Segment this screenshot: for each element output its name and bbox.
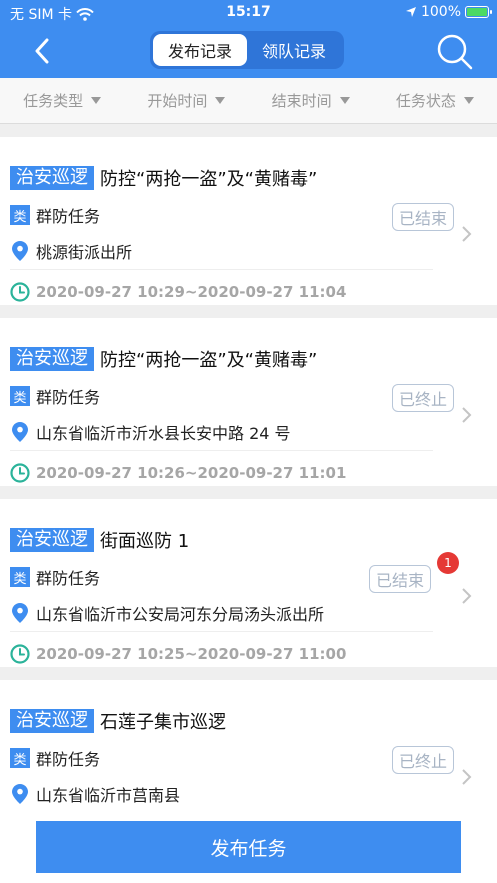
category-tag: 治安巡逻 — [10, 709, 94, 733]
task-location: 桃源街派出所 — [36, 243, 133, 262]
filter-label: 任务类型 — [23, 92, 84, 110]
type-badge: 类 — [10, 205, 30, 225]
card-title-row: 治安巡逻 防控“两抢一盗”及“黄赌毒” — [10, 346, 317, 372]
task-time: 2020-09-27 10:29~2020-09-27 11:04 — [36, 283, 347, 301]
task-card[interactable]: 治安巡逻 防控“两抢一盗”及“黄赌毒” 类 群防任务 山东省临沂市沂水县长安中路… — [0, 318, 497, 486]
task-card[interactable]: 治安巡逻 防控“两抢一盗”及“黄赌毒” 类 群防任务 桃源街派出所 2020-0… — [0, 137, 497, 305]
location-pin-icon — [10, 783, 30, 805]
task-time: 2020-09-27 10:25~2020-09-27 11:00 — [36, 645, 347, 663]
task-time: 2020-09-27 10:26~2020-09-27 11:01 — [36, 464, 347, 482]
caret-down-icon — [339, 97, 350, 104]
category-tag: 治安巡逻 — [10, 347, 94, 371]
card-title-row: 治安巡逻 石莲子集市巡逻 — [10, 708, 226, 734]
status-bar: 无 SIM 卡 15:17 100% — [0, 0, 497, 26]
status-badge: 已终止 — [392, 746, 455, 774]
chevron-right-icon — [462, 226, 472, 242]
task-type: 群防任务 — [36, 388, 101, 407]
clock-icon — [10, 462, 30, 484]
chevron-right-icon — [462, 769, 472, 785]
task-title: 防控“两抢一盗”及“黄赌毒” — [100, 169, 318, 190]
task-card[interactable]: 治安巡逻 街面巡防 1 类 群防任务 山东省临沂市公安局河东分局汤头派出所 20… — [0, 499, 497, 667]
task-location: 山东省临沂市沂水县长安中路 24 号 — [36, 424, 291, 443]
card-divider — [10, 450, 433, 451]
type-badge: 类 — [10, 748, 30, 768]
battery-percent: 100% — [420, 4, 461, 20]
category-tag: 治安巡逻 — [10, 166, 94, 190]
time-row: 2020-09-27 10:26~2020-09-27 11:01 — [10, 462, 497, 484]
filter-start-time[interactable]: 开始时间 — [147, 90, 226, 111]
bottom-bar: 发布任务 — [0, 809, 497, 883]
task-type-row: 类 群防任务 — [10, 565, 100, 589]
location-row: 山东省临沂市沂水县长安中路 24 号 — [10, 420, 291, 444]
app-header: 无 SIM 卡 15:17 100% 发布记录 领队记录 — [0, 0, 497, 78]
task-list: 治安巡逻 防控“两抢一盗”及“黄赌毒” 类 群防任务 桃源街派出所 2020-0… — [0, 125, 497, 809]
time-row: 2020-09-27 10:25~2020-09-27 11:00 — [10, 643, 497, 665]
task-location: 山东省临沂市莒南县 — [36, 786, 181, 805]
location-pin-icon — [10, 602, 30, 624]
record-segmented-control: 发布记录 领队记录 — [150, 31, 344, 69]
task-type: 群防任务 — [36, 207, 101, 226]
type-badge: 类 — [10, 386, 30, 406]
caret-down-icon — [91, 97, 102, 104]
publish-task-button[interactable]: 发布任务 — [36, 821, 461, 873]
notification-count-badge: 1 — [437, 552, 459, 574]
filter-task-type[interactable]: 任务类型 — [23, 90, 102, 111]
filter-label: 结束时间 — [271, 92, 332, 110]
search-button[interactable] — [435, 32, 475, 72]
clock-icon — [10, 643, 30, 665]
card-title-row: 治安巡逻 街面巡防 1 — [10, 527, 189, 553]
category-tag: 治安巡逻 — [10, 528, 94, 552]
location-pin-icon — [10, 421, 30, 443]
time-row: 2020-09-27 10:29~2020-09-27 11:04 — [10, 281, 497, 303]
task-title: 防控“两抢一盗”及“黄赌毒” — [100, 350, 318, 371]
filter-bar: 任务类型 开始时间 结束时间 任务状态 — [0, 78, 497, 124]
search-icon — [437, 34, 473, 70]
status-badge: 已结束 — [369, 565, 432, 593]
card-divider — [10, 269, 433, 270]
task-location: 山东省临沂市公安局河东分局汤头派出所 — [36, 605, 325, 624]
clock-icon — [10, 281, 30, 303]
card-title-row: 治安巡逻 防控“两抢一盗”及“黄赌毒” — [10, 165, 317, 191]
task-type-row: 类 群防任务 — [10, 203, 100, 227]
filter-end-time[interactable]: 结束时间 — [272, 90, 350, 111]
type-badge: 类 — [10, 567, 30, 587]
caret-down-icon — [463, 97, 474, 104]
chevron-left-icon — [35, 38, 49, 64]
filter-label: 开始时间 — [147, 92, 208, 110]
chevron-right-icon — [462, 588, 472, 604]
task-title: 石莲子集市巡逻 — [100, 712, 226, 733]
location-row: 桃源街派出所 — [10, 239, 132, 263]
location-row: 山东省临沂市公安局河东分局汤头派出所 — [10, 601, 324, 625]
status-badge: 已结束 — [392, 203, 455, 231]
task-type: 群防任务 — [36, 569, 101, 588]
task-type-row: 类 群防任务 — [10, 384, 100, 408]
card-divider — [10, 631, 433, 632]
location-row: 山东省临沂市莒南县 — [10, 782, 180, 806]
tab-publish-records[interactable]: 发布记录 — [153, 34, 247, 66]
tab-leader-records[interactable]: 领队记录 — [247, 34, 341, 66]
task-type: 群防任务 — [36, 750, 101, 769]
status-badge: 已终止 — [392, 384, 455, 412]
task-title: 街面巡防 1 — [100, 531, 190, 552]
battery-info: 100% — [405, 4, 492, 20]
task-type-row: 类 群防任务 — [10, 746, 100, 770]
back-button[interactable] — [28, 34, 56, 68]
caret-down-icon — [215, 97, 226, 104]
filter-label: 任务状态 — [395, 92, 456, 110]
location-pin-icon — [10, 240, 30, 262]
filter-task-status[interactable]: 任务状态 — [396, 90, 474, 111]
location-arrow-icon — [405, 7, 416, 17]
chevron-right-icon — [462, 407, 472, 423]
task-card[interactable]: 治安巡逻 石莲子集市巡逻 类 群防任务 山东省临沂市莒南县 已终止 — [0, 680, 497, 809]
battery-icon — [465, 6, 492, 18]
